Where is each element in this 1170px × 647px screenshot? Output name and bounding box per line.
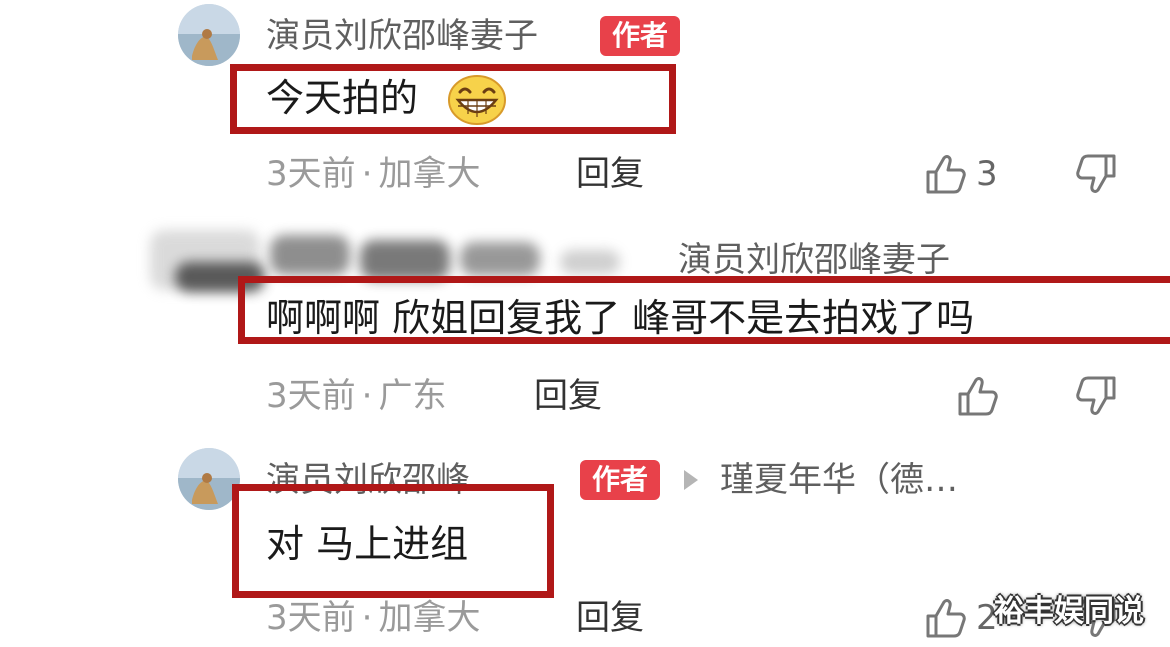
comment-time: 3天前: [266, 376, 356, 416]
thumbs-up-icon[interactable]: [922, 596, 966, 640]
grinning-face-icon: [446, 74, 508, 126]
comment-location: 广东: [378, 376, 447, 416]
comment-meta: 3天前 · 广东: [266, 376, 446, 416]
comment-time: 3天前: [266, 598, 356, 638]
separator: ·: [361, 598, 373, 638]
thumbs-down-icon[interactable]: [1076, 374, 1120, 418]
reply-button[interactable]: 回复: [576, 154, 644, 194]
author-badge: 作者: [600, 16, 681, 56]
comment-text: 今天拍的: [266, 76, 419, 120]
separator: ·: [361, 154, 373, 194]
comment-location: 加拿大: [378, 154, 481, 194]
separator: ·: [361, 376, 373, 416]
thumbs-up-icon[interactable]: [954, 374, 998, 418]
comment-meta: 3天前 · 加拿大: [266, 154, 480, 194]
author-name[interactable]: 演员刘欣邵峰妻子: [266, 16, 538, 56]
thumbs-down-icon[interactable]: [1076, 152, 1120, 196]
comment-text: 啊啊啊 欣姐回复我了 峰哥不是去拍戏了吗: [266, 296, 975, 340]
reply-button[interactable]: 回复: [534, 376, 602, 416]
reply-to-name[interactable]: 瑾夏年华（德…: [720, 460, 958, 500]
watermark-text: 裕丰娱同说: [994, 594, 1144, 629]
like-count: 3: [976, 154, 998, 194]
comment-time: 3天前: [266, 154, 356, 194]
comment-text: 对 马上进组: [266, 522, 469, 566]
author-badge: 作者: [580, 460, 661, 500]
reply-arrow-icon: [684, 470, 698, 490]
thumbs-up-icon[interactable]: [922, 152, 966, 196]
reply-button[interactable]: 回复: [576, 598, 644, 638]
author-avatar[interactable]: [178, 448, 240, 510]
comment-meta: 3天前 · 加拿大: [266, 598, 480, 638]
author-avatar[interactable]: [178, 4, 240, 66]
reply-to-name[interactable]: 演员刘欣邵峰妻子: [678, 240, 950, 280]
comment-location: 加拿大: [378, 598, 481, 638]
